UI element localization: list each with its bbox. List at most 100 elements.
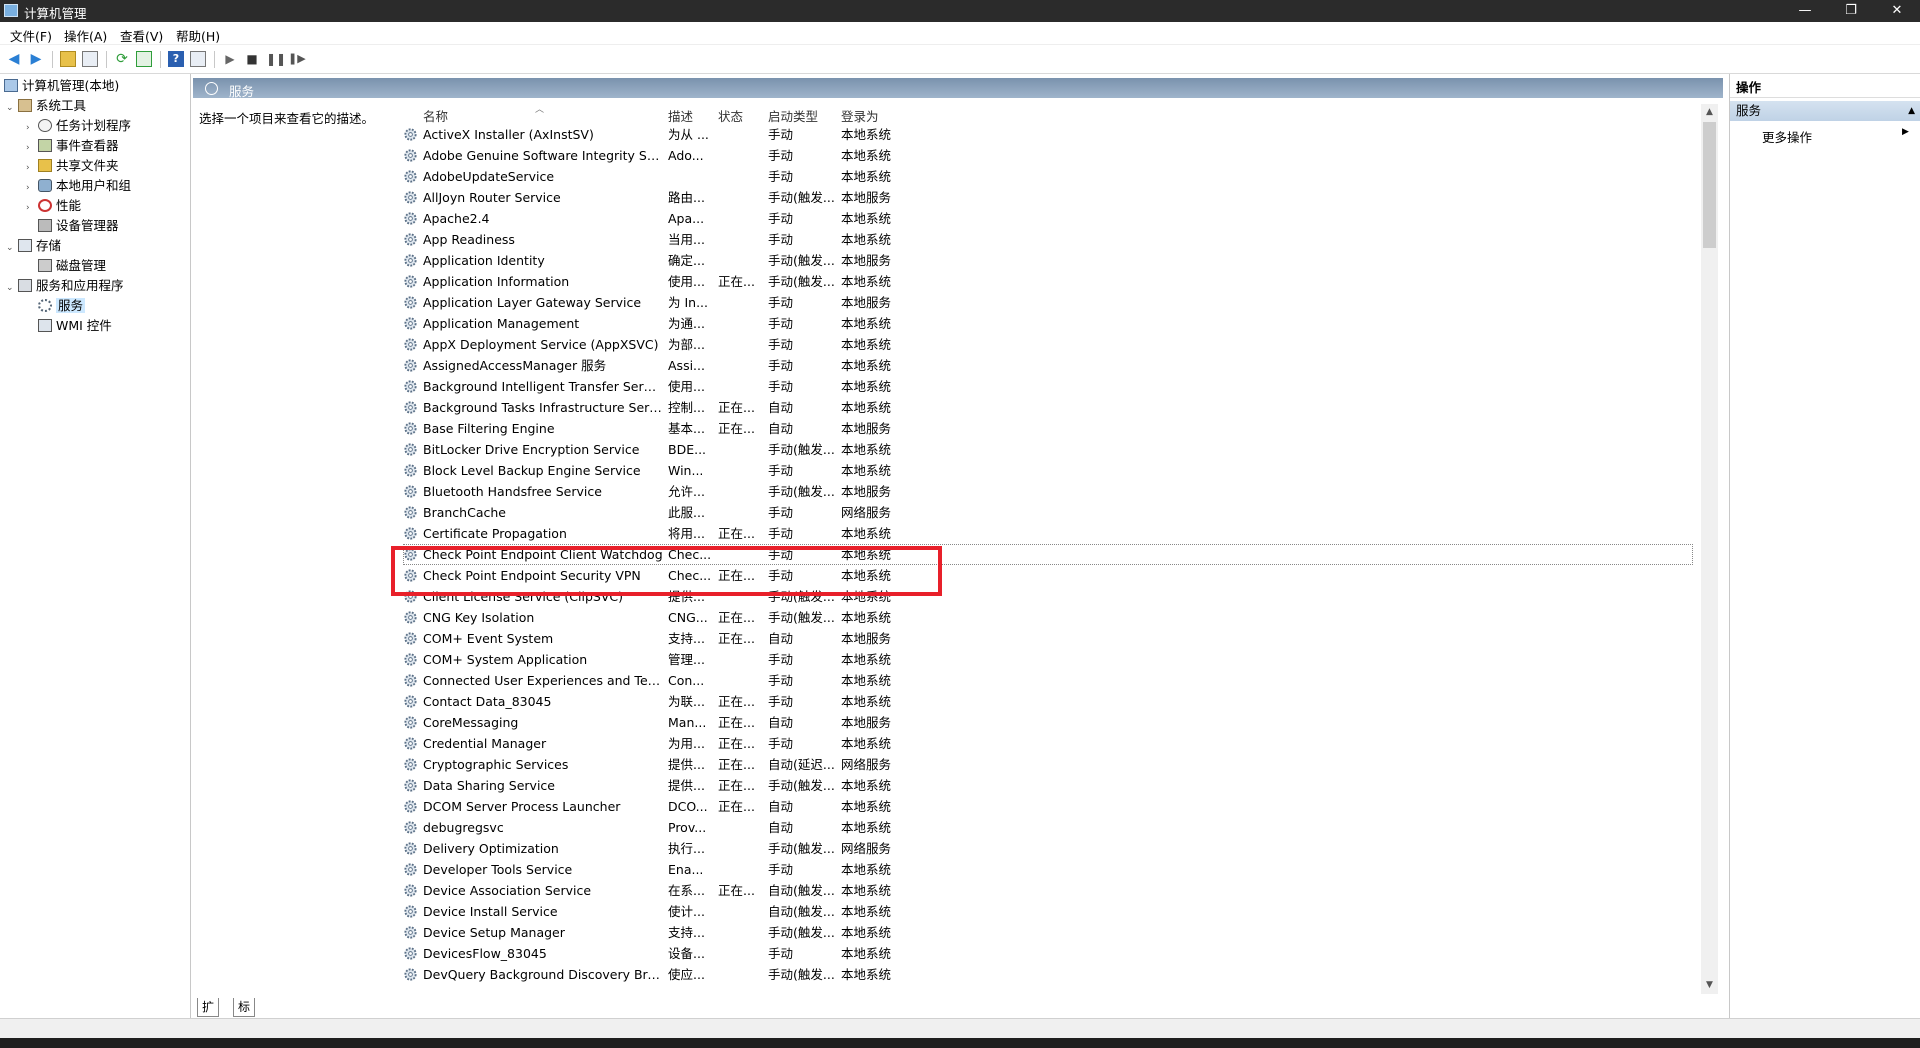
- table-row[interactable]: Credential Manager 为用... 正在... 手动 本地系统: [403, 733, 1693, 754]
- stop-service-icon[interactable]: ■: [244, 51, 260, 67]
- table-row[interactable]: Base Filtering Engine 基本... 正在... 自动 本地服务: [403, 418, 1693, 439]
- menu-file[interactable]: 文件(F): [10, 26, 52, 45]
- tree-system-tools[interactable]: ⌄ 系统工具: [6, 97, 86, 115]
- table-row[interactable]: Application Management 为通... 手动 本地系统: [403, 313, 1693, 334]
- table-row[interactable]: Adobe Genuine Software Integrity Servi..…: [403, 145, 1693, 166]
- tree-device-manager[interactable]: 设备管理器: [38, 217, 119, 235]
- table-row[interactable]: DevQuery Background Discovery Broker 使应..…: [403, 964, 1693, 985]
- table-row[interactable]: AssignedAccessManager 服务 Assi... 手动 本地系统: [403, 355, 1693, 376]
- collapse-arrow-icon[interactable]: ⌄: [6, 279, 18, 297]
- menu-view[interactable]: 查看(V): [120, 26, 163, 45]
- close-button[interactable]: ✕: [1874, 0, 1920, 22]
- restart-service-icon[interactable]: ❚▶: [288, 51, 306, 67]
- table-row[interactable]: BranchCache 此服... 手动 网络服务: [403, 502, 1693, 523]
- scroll-thumb[interactable]: [1703, 122, 1716, 248]
- forward-icon[interactable]: ▶: [28, 51, 44, 67]
- table-row[interactable]: App Readiness 当用... 手动 本地系统: [403, 229, 1693, 250]
- table-row[interactable]: AllJoyn Router Service 路由... 手动(触发... 本地服务: [403, 187, 1693, 208]
- show-hide-tree-icon[interactable]: [82, 51, 98, 67]
- table-row[interactable]: BitLocker Drive Encryption Service BDE...…: [403, 439, 1693, 460]
- column-logon-as[interactable]: 登录为: [841, 106, 879, 125]
- maximize-button[interactable]: ❐: [1828, 0, 1874, 22]
- cell-startup: 手动(触发...: [768, 778, 835, 793]
- table-row[interactable]: AdobeUpdateService 手动 本地系统: [403, 166, 1693, 187]
- expand-arrow-icon[interactable]: ›: [26, 199, 38, 217]
- tab-standard[interactable]: 标准: [233, 998, 256, 1032]
- table-row[interactable]: Device Setup Manager 支持... 手动(触发... 本地系统: [403, 922, 1693, 943]
- expand-arrow-icon[interactable]: ›: [26, 139, 38, 157]
- table-row[interactable]: COM+ System Application 管理... 手动 本地系统: [403, 649, 1693, 670]
- expand-arrow-icon[interactable]: ›: [26, 119, 38, 137]
- tree-shared-folders[interactable]: › 共享文件夹: [26, 157, 119, 175]
- table-row[interactable]: Bluetooth Handsfree Service 允许... 手动(触发...…: [403, 481, 1693, 502]
- table-row[interactable]: debugregsvc Prov... 自动 本地系统: [403, 817, 1693, 838]
- table-row[interactable]: Device Install Service 使计... 自动(触发... 本地系统: [403, 901, 1693, 922]
- tree-disk-management[interactable]: 磁盘管理: [38, 257, 106, 275]
- column-name[interactable]: 名称: [423, 106, 448, 125]
- table-row[interactable]: Cryptographic Services 提供... 正在... 自动(延迟...…: [403, 754, 1693, 775]
- expand-arrow-icon[interactable]: ›: [26, 159, 38, 177]
- expand-arrow-icon[interactable]: ›: [26, 179, 38, 197]
- tree-storage[interactable]: ⌄ 存储: [6, 237, 61, 255]
- table-row[interactable]: ActiveX Installer (AxInstSV) 为从 ... 手动 本地系统: [403, 124, 1693, 145]
- export-list-icon[interactable]: [136, 51, 152, 67]
- tree-root[interactable]: 计算机管理(本地): [4, 77, 119, 95]
- menu-help[interactable]: 帮助(H): [176, 26, 220, 45]
- table-row[interactable]: Apache2.4 Apa... 手动 本地系统: [403, 208, 1693, 229]
- menu-action[interactable]: 操作(A): [64, 26, 107, 45]
- collapse-arrow-icon[interactable]: ⌄: [6, 239, 18, 257]
- column-status[interactable]: 状态: [718, 106, 743, 125]
- scroll-down-icon[interactable]: ▼: [1701, 977, 1718, 994]
- more-actions-link[interactable]: 更多操作: [1762, 127, 1812, 146]
- start-service-icon[interactable]: ▶: [222, 51, 238, 67]
- table-row[interactable]: CNG Key Isolation CNG... 正在... 手动(触发... 本地系统: [403, 607, 1693, 628]
- tab-extended[interactable]: 扩展: [197, 998, 220, 1032]
- cell-desc: 当用...: [668, 232, 705, 247]
- refresh-icon[interactable]: ⟳: [114, 51, 130, 67]
- table-row[interactable]: DCOM Server Process Launcher DCO... 正在... 自…: [403, 796, 1693, 817]
- table-row[interactable]: Data Sharing Service 提供... 正在... 手动(触发... 本地…: [403, 775, 1693, 796]
- cell-status: 正在...: [718, 421, 755, 436]
- up-folder-icon[interactable]: [60, 51, 76, 67]
- cell-startup: 自动: [768, 421, 794, 436]
- tree-event-viewer[interactable]: › 事件查看器: [26, 137, 119, 155]
- collapse-up-icon[interactable]: ▲: [1908, 101, 1915, 121]
- table-row[interactable]: Application Information 使用... 正在... 手动(触发..…: [403, 271, 1693, 292]
- table-row[interactable]: COM+ Event System 支持... 正在... 自动 本地服务: [403, 628, 1693, 649]
- services-list[interactable]: 名称 ︿ 描述 状态 启动类型 登录为 ActiveX Installer (A…: [403, 102, 1693, 988]
- table-row[interactable]: DevicesFlow_83045 设备... 手动 本地系统: [403, 943, 1693, 964]
- gear-icon: [404, 611, 417, 624]
- actions-section-services[interactable]: 服务 ▲: [1730, 101, 1920, 121]
- tree-services-apps[interactable]: ⌄ 服务和应用程序: [6, 277, 124, 295]
- table-row[interactable]: AppX Deployment Service (AppXSVC) 为部... 手动…: [403, 334, 1693, 355]
- collapse-arrow-icon[interactable]: ⌄: [6, 99, 18, 117]
- properties-icon[interactable]: [190, 51, 206, 67]
- tree-services[interactable]: 服务: [38, 297, 86, 315]
- help-icon[interactable]: ?: [168, 51, 184, 67]
- tree-local-users[interactable]: › 本地用户和组: [26, 177, 131, 195]
- column-startup-type[interactable]: 启动类型: [768, 106, 818, 125]
- table-row[interactable]: Background Intelligent Transfer Service 使…: [403, 376, 1693, 397]
- table-row[interactable]: Delivery Optimization 执行... 手动(触发... 网络服务: [403, 838, 1693, 859]
- pause-service-icon[interactable]: ❚❚: [266, 51, 286, 67]
- table-row[interactable]: Connected User Experiences and Telem... C…: [403, 670, 1693, 691]
- tree-wmi[interactable]: WMI 控件: [38, 317, 112, 335]
- table-row[interactable]: Certificate Propagation 将用... 正在... 手动 本地系统: [403, 523, 1693, 544]
- table-row[interactable]: Block Level Backup Engine Service Win... 手…: [403, 460, 1693, 481]
- cell-desc: Ado...: [668, 148, 704, 163]
- back-icon[interactable]: ◀: [6, 51, 22, 67]
- table-row[interactable]: Developer Tools Service Ena... 手动 本地系统: [403, 859, 1693, 880]
- tree-task-scheduler[interactable]: › 任务计划程序: [26, 117, 131, 135]
- table-row[interactable]: Contact Data_83045 为联... 正在... 手动 本地系统: [403, 691, 1693, 712]
- tree-performance[interactable]: › 性能: [26, 197, 81, 215]
- scroll-up-icon[interactable]: ▲: [1701, 104, 1718, 121]
- table-row[interactable]: Application Layer Gateway Service 为 In...…: [403, 292, 1693, 313]
- table-row[interactable]: Background Tasks Infrastructure Service 控…: [403, 397, 1693, 418]
- table-row[interactable]: Application Identity 确定... 手动(触发... 本地服务: [403, 250, 1693, 271]
- minimize-button[interactable]: —: [1782, 0, 1828, 22]
- cell-startup: 自动: [768, 400, 794, 415]
- table-row[interactable]: Device Association Service 在系... 正在... 自动(触…: [403, 880, 1693, 901]
- vertical-scrollbar[interactable]: ▲ ▼: [1701, 104, 1718, 994]
- table-row[interactable]: CoreMessaging Man... 正在... 自动 本地服务: [403, 712, 1693, 733]
- column-description[interactable]: 描述: [668, 106, 693, 125]
